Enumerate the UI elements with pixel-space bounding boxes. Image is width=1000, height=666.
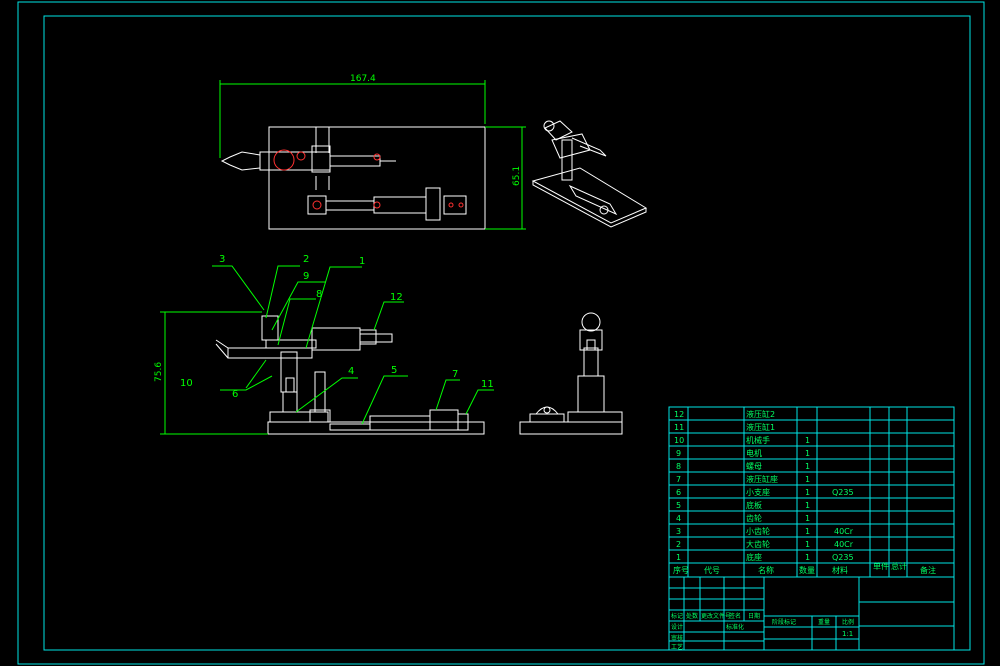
bom-no: 5 xyxy=(676,501,681,510)
balloon-1: 1 xyxy=(359,256,365,267)
balloon-11: 11 xyxy=(481,379,494,390)
balloon-5: 5 xyxy=(391,365,397,376)
bom-no: 7 xyxy=(676,475,681,484)
bom-qty: 1 xyxy=(805,527,810,536)
balloon-4: 4 xyxy=(348,366,354,377)
bom-header-total: 总计 xyxy=(891,561,907,571)
bom-qty: 1 xyxy=(805,436,810,445)
tb-label-design: 设计 xyxy=(671,623,683,631)
bom-header-remarks: 备注 xyxy=(920,565,936,575)
bom-material: 40Cr xyxy=(834,540,854,549)
bom-qty: 1 xyxy=(805,462,810,471)
bom-no: 2 xyxy=(676,540,681,549)
bom-qty: 1 xyxy=(805,501,810,510)
bom-material: Q235 xyxy=(832,553,854,562)
balloon-3: 3 xyxy=(219,254,225,265)
bom-no: 12 xyxy=(674,410,684,419)
bom-name: 液压缸2 xyxy=(746,409,775,419)
tb-label-change-doc: 更改文件号 xyxy=(701,612,731,620)
tb-label-review: 审核 xyxy=(671,634,683,642)
dimension-top-width: 167.4 xyxy=(350,74,376,84)
bom-qty: 1 xyxy=(805,553,810,562)
bom-name: 螺母 xyxy=(746,461,762,471)
dimension-front-height: 75.6 xyxy=(154,362,164,382)
tb-label-sign: 签名 xyxy=(729,612,741,620)
tb-label-count: 处数 xyxy=(686,612,698,620)
dimension-top-height: 65.1 xyxy=(512,166,522,186)
bom-no: 10 xyxy=(674,436,684,445)
bom-header-name: 名称 xyxy=(758,565,774,575)
bom-material: Q235 xyxy=(832,488,854,497)
tb-label-weight: 重量 xyxy=(818,618,830,626)
bom-header-material: 材料 xyxy=(832,565,848,575)
balloon-7: 7 xyxy=(452,369,458,380)
bom-name: 底板 xyxy=(746,500,762,510)
tb-label-scale: 比例 xyxy=(842,618,854,626)
bom-name: 机械手 xyxy=(746,435,770,445)
tb-scale-value: 1:1 xyxy=(842,630,853,638)
tb-label-standard: 标准化 xyxy=(726,623,744,631)
tb-label-mark: 标记 xyxy=(671,612,683,620)
bom-name: 大齿轮 xyxy=(746,539,770,549)
bom-name: 齿轮 xyxy=(746,513,762,523)
cad-drawing: 167.4 65.1 75.6 1 2 3 4 5 6 7 8 9 10 11 … xyxy=(0,0,1000,666)
bom-material: 40Cr xyxy=(834,527,854,536)
bom-qty: 1 xyxy=(805,475,810,484)
bom-no: 11 xyxy=(674,423,684,432)
bom-no: 6 xyxy=(676,488,681,497)
tb-label-date: 日期 xyxy=(748,612,760,620)
balloon-9: 9 xyxy=(303,271,309,282)
tb-label-stage: 阶段标记 xyxy=(772,618,796,626)
bom-qty: 1 xyxy=(805,540,810,549)
bom-header-no: 序号 xyxy=(673,565,689,575)
bom-no: 4 xyxy=(676,514,681,523)
bom-no: 1 xyxy=(676,553,681,562)
bom-name: 底座 xyxy=(746,552,762,562)
bom-no: 3 xyxy=(676,527,681,536)
bom-header-qty: 数量 xyxy=(799,565,815,575)
bom-qty: 1 xyxy=(805,488,810,497)
bom-qty: 1 xyxy=(805,514,810,523)
balloon-6: 6 xyxy=(232,389,238,400)
bom-no: 9 xyxy=(676,449,681,458)
bom-header-code: 代号 xyxy=(704,565,720,575)
bom-name: 电机 xyxy=(746,448,762,458)
bom-no: 8 xyxy=(676,462,681,471)
bom-name: 液压缸1 xyxy=(746,422,775,432)
bom-name: 小齿轮 xyxy=(746,526,770,536)
bom-name: 液压缸座 xyxy=(746,474,778,484)
balloon-2: 2 xyxy=(303,254,309,265)
balloon-12: 12 xyxy=(390,292,403,303)
balloon-8: 8 xyxy=(316,289,322,300)
tb-label-process: 工艺 xyxy=(671,643,683,651)
bom-name: 小支座 xyxy=(746,487,770,497)
bom-qty: 1 xyxy=(805,449,810,458)
bom-header-unit: 单件 xyxy=(873,561,889,571)
balloon-10: 10 xyxy=(180,378,193,389)
